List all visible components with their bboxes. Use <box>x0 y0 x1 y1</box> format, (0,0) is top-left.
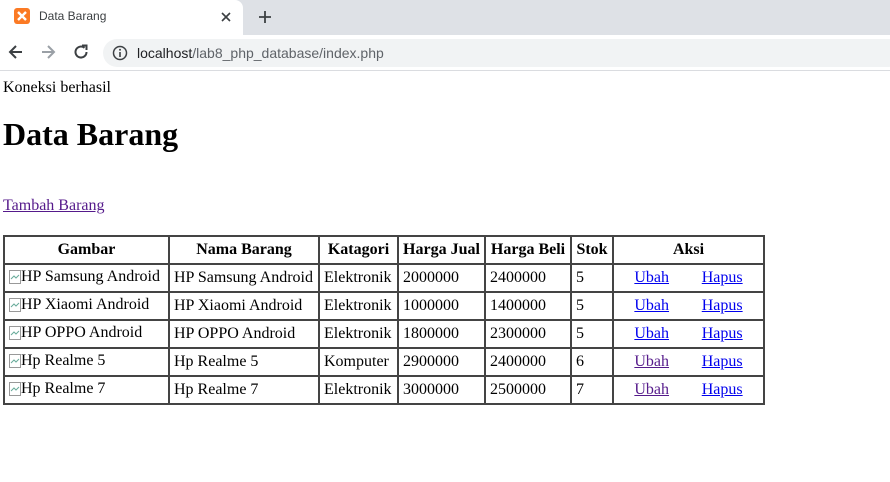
cell-gambar: Hp Realme 7 <box>4 376 169 404</box>
broken-image-icon <box>9 269 21 284</box>
cell-stok: 5 <box>571 320 613 348</box>
page-title: Data Barang <box>3 116 179 152</box>
forward-arrow-icon[interactable] <box>38 42 58 62</box>
delete-link[interactable]: Hapus <box>702 381 743 399</box>
tab-title: Data Barang <box>39 9 107 23</box>
delete-link[interactable]: Hapus <box>702 269 743 287</box>
table-row: HP OPPO Android HP OPPO Android Elektron… <box>4 320 764 348</box>
cell-nama: HP Xiaomi Android <box>169 292 319 320</box>
table-header-row: Gambar Nama Barang Katagori Harga Jual H… <box>4 236 764 264</box>
header-gambar: Gambar <box>4 236 169 264</box>
cell-harga-jual: 1000000 <box>398 292 485 320</box>
edit-link[interactable]: Ubah <box>634 353 669 371</box>
delete-link[interactable]: Hapus <box>702 297 743 315</box>
cell-harga-jual: 3000000 <box>398 376 485 404</box>
cell-stok: 5 <box>571 264 613 292</box>
cell-kategori: Elektronik <box>319 264 398 292</box>
cell-harga-beli: 1400000 <box>485 292 571 320</box>
tab-strip: Data Barang <box>0 0 890 35</box>
cell-nama: HP Samsung Android <box>169 264 319 292</box>
table-row: HP Samsung Android HP Samsung Android El… <box>4 264 764 292</box>
header-stok: Stok <box>571 236 613 264</box>
cell-gambar: Hp Realme 5 <box>4 348 169 376</box>
cell-harga-beli: 2400000 <box>485 264 571 292</box>
product-image: HP Samsung Android <box>9 268 160 286</box>
delete-link[interactable]: Hapus <box>702 353 743 371</box>
cell-aksi: Ubah Hapus <box>613 376 764 404</box>
image-alt-text: HP Xiaomi Android <box>21 295 150 313</box>
delete-link[interactable]: Hapus <box>702 325 743 343</box>
image-alt-text: HP OPPO Android <box>21 323 143 341</box>
edit-link[interactable]: Ubah <box>634 381 669 399</box>
add-item-link[interactable]: Tambah Barang <box>3 197 105 215</box>
browser-tab[interactable]: Data Barang <box>0 0 243 35</box>
cell-harga-beli: 2300000 <box>485 320 571 348</box>
table-row: HP Xiaomi Android HP Xiaomi Android Elek… <box>4 292 764 320</box>
address-bar[interactable]: localhost/lab8_php_database/index.php <box>103 39 890 67</box>
cell-harga-beli: 2500000 <box>485 376 571 404</box>
edit-link[interactable]: Ubah <box>634 269 669 287</box>
header-kategori: Katagori <box>319 236 398 264</box>
cell-aksi: Ubah Hapus <box>613 292 764 320</box>
table-row: Hp Realme 5 Hp Realme 5 Komputer 2900000… <box>4 348 764 376</box>
back-arrow-icon[interactable] <box>6 42 26 62</box>
header-harga-jual: Harga Jual <box>398 236 485 264</box>
product-image: Hp Realme 5 <box>9 352 105 370</box>
url-text: localhost/lab8_php_database/index.php <box>137 45 384 61</box>
reload-icon[interactable] <box>71 42 91 62</box>
product-image: HP OPPO Android <box>9 324 142 342</box>
image-alt-text: HP Samsung Android <box>21 267 160 285</box>
cell-stok: 5 <box>571 292 613 320</box>
cell-stok: 6 <box>571 348 613 376</box>
broken-image-icon <box>9 325 21 340</box>
broken-image-icon <box>9 381 21 396</box>
cell-kategori: Komputer <box>319 348 398 376</box>
cell-harga-jual: 2000000 <box>398 264 485 292</box>
header-aksi: Aksi <box>613 236 764 264</box>
cell-kategori: Elektronik <box>319 292 398 320</box>
tab-close-icon[interactable] <box>218 9 234 25</box>
edit-link[interactable]: Ubah <box>634 297 669 315</box>
cell-gambar: HP Samsung Android <box>4 264 169 292</box>
cell-aksi: Ubah Hapus <box>613 348 764 376</box>
table-row: Hp Realme 7 Hp Realme 7 Elektronik 30000… <box>4 376 764 404</box>
cell-aksi: Ubah Hapus <box>613 264 764 292</box>
header-nama-barang: Nama Barang <box>169 236 319 264</box>
product-image: Hp Realme 7 <box>9 380 105 398</box>
cell-gambar: HP Xiaomi Android <box>4 292 169 320</box>
cell-stok: 7 <box>571 376 613 404</box>
items-table: Gambar Nama Barang Katagori Harga Jual H… <box>3 235 765 405</box>
url-host: localhost <box>137 45 193 61</box>
broken-image-icon <box>9 297 21 312</box>
product-image: HP Xiaomi Android <box>9 296 149 314</box>
cell-nama: HP OPPO Android <box>169 320 319 348</box>
cell-nama: Hp Realme 5 <box>169 348 319 376</box>
cell-nama: Hp Realme 7 <box>169 376 319 404</box>
cell-kategori: Elektronik <box>319 320 398 348</box>
cell-harga-jual: 1800000 <box>398 320 485 348</box>
broken-image-icon <box>9 353 21 368</box>
cell-gambar: HP OPPO Android <box>4 320 169 348</box>
new-tab-icon[interactable] <box>256 8 274 26</box>
connection-status: Koneksi berhasil <box>3 79 111 96</box>
browser-toolbar: localhost/lab8_php_database/index.php <box>0 35 890 71</box>
cell-harga-beli: 2400000 <box>485 348 571 376</box>
info-icon[interactable] <box>112 45 128 61</box>
image-alt-text: Hp Realme 7 <box>21 379 106 397</box>
url-path: /lab8_php_database/index.php <box>192 45 384 61</box>
cell-kategori: Elektronik <box>319 376 398 404</box>
edit-link[interactable]: Ubah <box>634 325 669 343</box>
xampp-favicon-icon <box>14 8 30 24</box>
header-harga-beli: Harga Beli <box>485 236 571 264</box>
cell-aksi: Ubah Hapus <box>613 320 764 348</box>
cell-harga-jual: 2900000 <box>398 348 485 376</box>
image-alt-text: Hp Realme 5 <box>21 351 106 369</box>
